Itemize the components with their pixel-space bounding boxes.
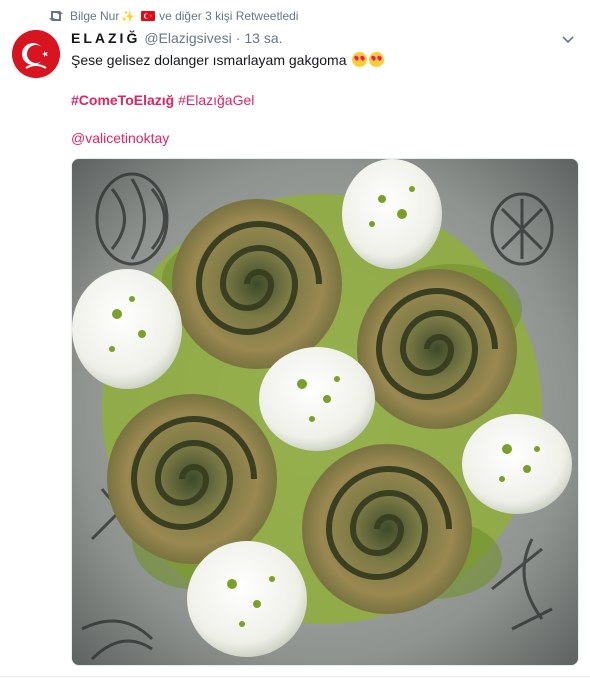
display-name[interactable]: ELAZIĞ <box>71 30 140 46</box>
hashtag-link[interactable]: #ComeToElazığ <box>71 92 174 108</box>
handle[interactable]: @Elazigsivesi <box>144 30 231 46</box>
heart-eyes-emoji-icon <box>369 52 385 67</box>
chevron-down-icon[interactable] <box>561 33 575 47</box>
separator: · <box>235 30 241 46</box>
avatar[interactable] <box>12 30 60 78</box>
timestamp[interactable]: 13 sa. <box>244 30 282 46</box>
tweet-image[interactable] <box>71 158 579 666</box>
retweeter-name[interactable]: Bilge Nur <box>70 9 119 23</box>
tweet-text: Şese gelisez dolanger ısmarlayam gakgoma <box>71 51 385 69</box>
hashtag-link[interactable]: #ElazığaGel <box>178 92 254 108</box>
hashtags: #ComeToElazığ #ElazığaGel <box>71 92 254 108</box>
tweet-text-body: Şese gelisez dolanger ısmarlayam gakgoma <box>71 52 347 68</box>
tweet-header: ELAZIĞ @Elazigsivesi · 13 sa. <box>71 30 283 46</box>
tweet[interactable]: Bilge Nur ✨ ve diğer 3 kişi Retweetledi … <box>0 0 590 679</box>
retweet-icon <box>48 9 64 23</box>
mention-link[interactable]: @valicetinoktay <box>71 130 169 146</box>
retweet-suffix: ve diğer 3 kişi Retweetledi <box>159 9 299 23</box>
turkey-flag-icon <box>141 11 156 21</box>
sparkle-emoji: ✨ <box>121 10 136 23</box>
divider <box>0 676 590 677</box>
retweet-context: Bilge Nur ✨ ve diğer 3 kişi Retweetledi <box>48 8 298 24</box>
heart-eyes-emoji-icon <box>352 52 368 67</box>
